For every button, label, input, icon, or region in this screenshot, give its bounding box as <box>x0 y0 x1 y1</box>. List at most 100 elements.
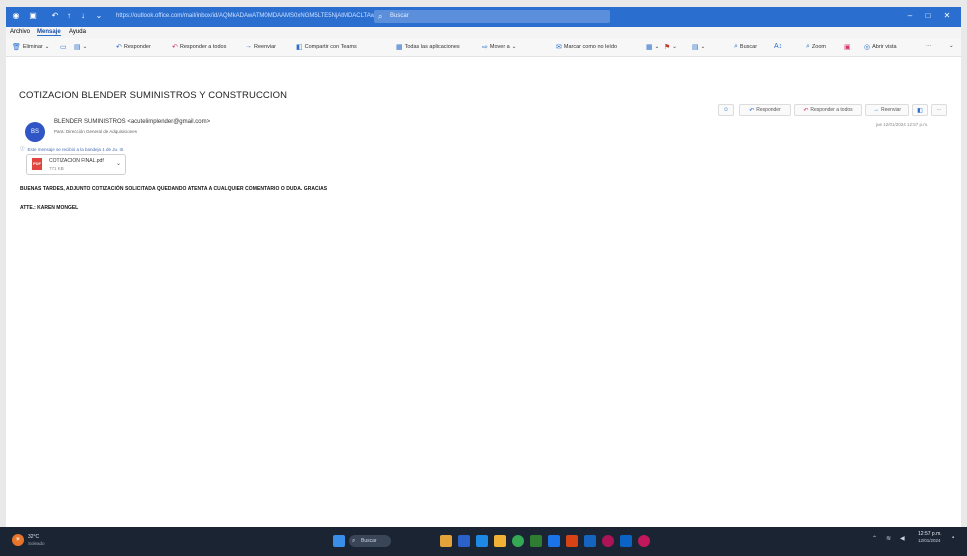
avatar[interactable]: BS <box>25 122 45 142</box>
mark-unread-button[interactable]: ✉ Marcar como no leído <box>556 43 617 51</box>
zoom-button[interactable]: ⌕ Zoom <box>806 43 826 51</box>
sun-icon: ☀ <box>12 534 24 546</box>
move-menu-button[interactable]: ▤ ⌄ <box>74 43 87 51</box>
share-teams-button[interactable]: ◧ Compartir con Teams <box>296 43 357 51</box>
menu-ayuda[interactable]: Ayuda <box>69 29 86 35</box>
outlook-app-icon[interactable] <box>584 535 596 547</box>
reply-all-action-label: Responder a todos <box>810 107 853 113</box>
delete-button[interactable]: 🗑 Eliminar ⌄ <box>12 43 49 51</box>
store-app-icon[interactable] <box>620 535 632 547</box>
undo-icon[interactable]: ↶ <box>50 11 60 21</box>
attachment-size: 771 KB <box>49 166 64 171</box>
minimize-button[interactable]: – <box>903 10 917 22</box>
trash-icon: 🗑 <box>12 44 21 51</box>
rules-button[interactable]: ▤ ⌄ <box>692 43 705 51</box>
reply-all-button[interactable]: ↶ Responder a todos <box>172 43 226 51</box>
word-app-icon[interactable] <box>548 535 560 547</box>
menu-mensaje[interactable]: Mensaje <box>37 29 61 36</box>
chevron-down-icon[interactable]: ⌄ <box>94 11 104 21</box>
archive-button[interactable]: ▭ <box>60 43 67 51</box>
task-view-icon[interactable] <box>440 535 452 547</box>
window-path: https://outlook.office.com/mail/inbox/id… <box>116 13 414 19</box>
outlook-window: ◉ ▣ ↶ ↑ ↓ ⌄ https://outlook.office.com/m… <box>6 7 961 527</box>
menu-archivo[interactable]: Archivo <box>10 29 30 35</box>
notifications-icon[interactable]: ▪ <box>952 535 954 541</box>
attachment-card[interactable]: PDF COTIZACION FINAL.pdf 771 KB ⌄ <box>26 154 126 175</box>
volume-icon[interactable]: ◀ <box>900 535 905 542</box>
message-body-line-1: BUENAS TARDES, ADJUNTO COTIZACIÓN SOLICI… <box>20 186 328 192</box>
folder-icon: ▤ <box>74 44 81 51</box>
zoom-label: Zoom <box>811 44 826 50</box>
flag-button[interactable]: ⚑ ⌄ <box>664 43 677 51</box>
chevron-up-icon[interactable]: ⌃ <box>872 535 877 542</box>
edge-browser-icon[interactable] <box>476 535 488 547</box>
photos-app-icon[interactable] <box>638 535 650 547</box>
chevron-down-icon[interactable]: ⌄ <box>116 160 121 167</box>
ribbon-toolbar: 🗑 Eliminar ⌄ ▭ ▤ ⌄ ↶ Responder ↶ Respond… <box>6 38 961 57</box>
forward-action-label: Reenviar <box>880 107 901 113</box>
recipient-line: Para: Dirección General de Adquisiciones <box>54 129 138 134</box>
reply-action-button[interactable]: ↶ Responder <box>739 104 791 116</box>
weather-widget[interactable]: ☀ 32°C Soleado <box>12 532 72 552</box>
attachment-name: COTIZACION FINAL.pdf <box>49 158 104 164</box>
teams-icon: ◧ <box>917 107 923 114</box>
title-search-box[interactable]: ⌕ Buscar <box>374 10 610 23</box>
reply-button[interactable]: ↶ Responder <box>116 43 151 51</box>
categorize-button[interactable]: ▦ ⌄ <box>646 43 659 51</box>
search-icon: ⌕ <box>734 43 738 50</box>
zoom-icon: ⌕ <box>806 43 810 50</box>
maximize-button[interactable]: □ <box>921 10 935 22</box>
weather-temp: 32°C <box>28 534 40 540</box>
more-label: ··· <box>926 43 932 49</box>
tag-icon: ▦ <box>646 44 653 51</box>
reply-all-action-button[interactable]: ↶ Responder a todos <box>794 104 862 116</box>
powerpoint-app-icon[interactable] <box>566 535 578 547</box>
ribbon-more-button[interactable]: ··· <box>926 43 932 49</box>
flag-icon: ⚑ <box>664 44 671 51</box>
title-bar: ◉ ▣ ↶ ↑ ↓ ⌄ https://outlook.office.com/m… <box>6 7 961 27</box>
menu-bar: Archivo Mensaje Ayuda <box>6 27 961 38</box>
forward-button[interactable]: → Reenviar <box>245 43 276 50</box>
smiley-icon: ☺ <box>722 107 730 113</box>
open-view-label: Abrir vista <box>872 44 897 50</box>
chevron-down-icon: ⌄ <box>511 44 517 50</box>
immersive-reader-button[interactable]: ▣ <box>844 43 851 51</box>
view-icon: ◎ <box>864 44 871 51</box>
open-view-button[interactable]: ◎ Abrir vista <box>864 43 897 51</box>
reply-all-icon: ↶ <box>172 44 178 51</box>
reader-icon: ▣ <box>844 44 851 51</box>
wifi-icon[interactable]: ≋ <box>886 535 891 542</box>
down-icon[interactable]: ↓ <box>78 11 88 21</box>
up-icon[interactable]: ↑ <box>64 11 74 21</box>
save-icon[interactable]: ▣ <box>28 11 38 21</box>
close-button[interactable]: ✕ <box>940 10 954 22</box>
ribbon-collapse-button[interactable]: ⌄ <box>949 43 954 49</box>
reply-action-label: Responder <box>756 107 781 113</box>
info-text: Este mensaje se recibió a la bandeja 1 d… <box>27 146 125 152</box>
pinned-app-icon[interactable] <box>602 535 614 547</box>
teams-action-button[interactable]: ◧ <box>912 104 928 116</box>
clock-time[interactable]: 12:57 p.m. <box>918 531 942 537</box>
taskbar-search[interactable]: ⌕ Buscar <box>349 535 391 547</box>
forward-action-button[interactable]: → Reenviar <box>865 104 909 116</box>
chrome-browser-icon[interactable] <box>512 535 524 547</box>
teams-icon: ◧ <box>296 44 303 51</box>
chevron-down-icon: ⌄ <box>672 44 677 50</box>
more-actions-button[interactable]: ··· <box>931 104 947 116</box>
sender-line[interactable]: BLENDER SUMINISTROS <acutelimplender@gma… <box>54 119 210 125</box>
file-explorer-icon[interactable] <box>494 535 506 547</box>
clock-date[interactable]: 12/01/2024 <box>918 538 941 543</box>
start-button[interactable] <box>333 535 345 547</box>
mail-app-icon[interactable] <box>458 535 470 547</box>
mark-unread-label: Marcar como no leído <box>563 44 618 50</box>
find-button[interactable]: ⌕ Buscar <box>734 43 757 51</box>
message-subject: COTIZACION BLENDER SUMINISTROS Y CONSTRU… <box>19 90 288 101</box>
translate-button[interactable]: A↕ <box>774 43 782 50</box>
all-apps-button[interactable]: ▦ Todas las aplicaciones <box>396 43 460 51</box>
excel-app-icon[interactable] <box>530 535 542 547</box>
rules-icon: ▤ <box>692 44 699 51</box>
chevron-down-icon: ⌄ <box>82 44 88 50</box>
forward-label: Reenviar <box>254 43 277 50</box>
emoji-react-button[interactable]: ☺ <box>718 104 734 116</box>
move-to-button[interactable]: ⇨ Mover a ⌄ <box>482 43 516 51</box>
